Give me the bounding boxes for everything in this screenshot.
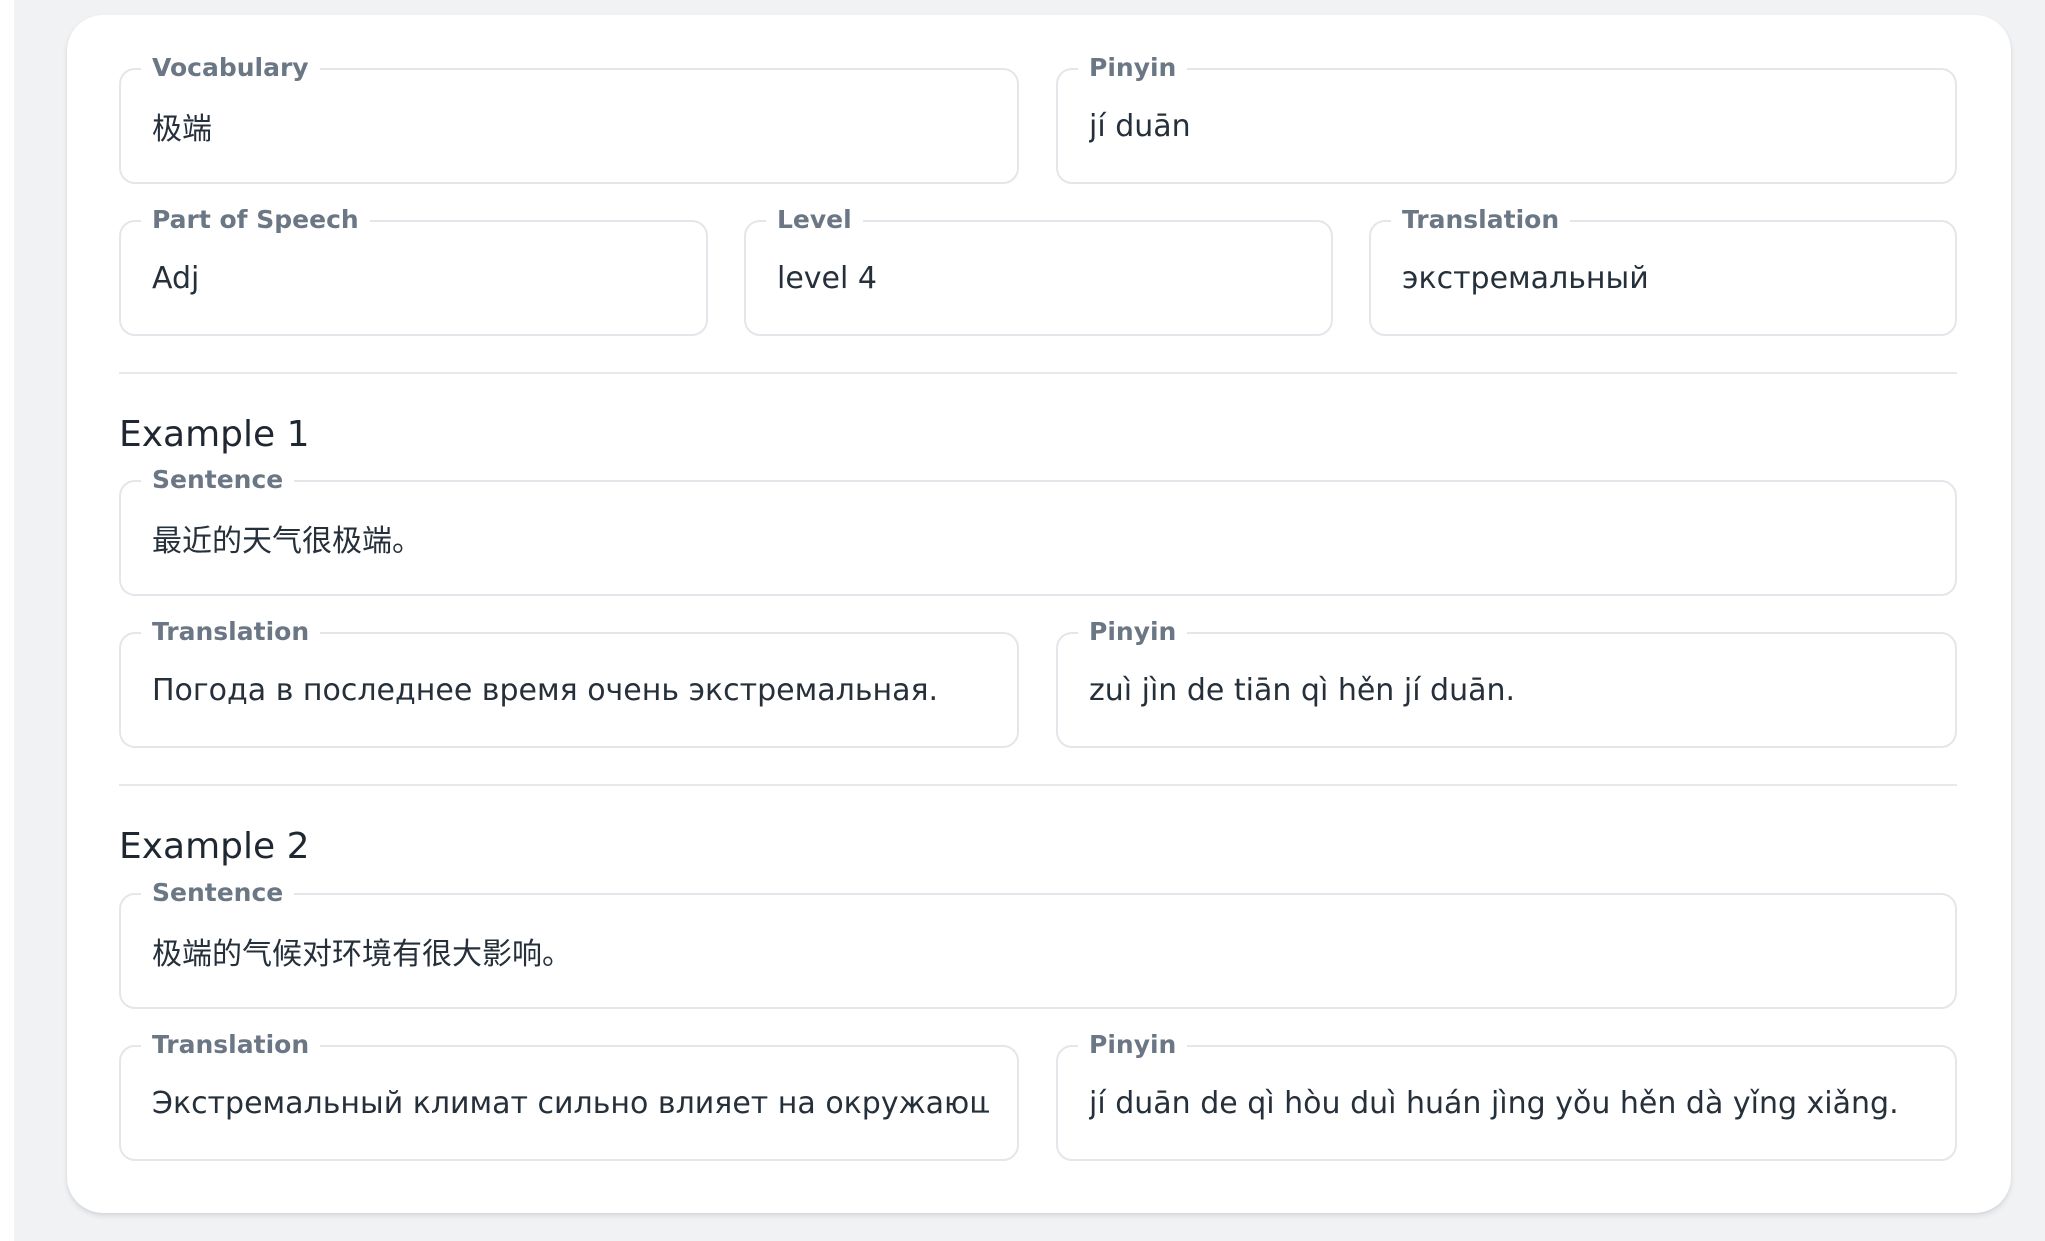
example-1-title: Example 1 — [119, 414, 310, 455]
section-divider — [119, 372, 1957, 374]
pinyin-field-value: jí duān — [1089, 108, 1191, 144]
example-2-sentence-field[interactable]: Sentence 极端的气候对环境有很大影响。 — [119, 877, 1957, 1009]
example-1-pinyin-field[interactable]: Pinyin zuì jìn de tiān qì hěn jí duān. — [1056, 616, 1957, 748]
level-field-value: level 4 — [777, 260, 877, 296]
example-1-sentence-field[interactable]: Sentence 最近的天气很极端。 — [119, 464, 1957, 596]
section-divider — [119, 784, 1957, 786]
example-2-translation-field[interactable]: Translation Экстремальный климат сильно … — [119, 1029, 1019, 1161]
left-edge-strip — [0, 0, 14, 1241]
vocabulary-field[interactable]: Vocabulary 极端 — [119, 52, 1019, 184]
example-1-sentence-value: 最近的天气很极端。 — [152, 524, 422, 559]
example-2-pinyin-field[interactable]: Pinyin jí duān de qì hòu duì huán jìng y… — [1056, 1029, 1957, 1161]
vocabulary-field-value: 极端 — [152, 112, 212, 147]
level-field[interactable]: Level level 4 — [744, 204, 1333, 336]
example-1-pinyin-value: zuì jìn de tiān qì hěn jí duān. — [1089, 672, 1516, 708]
part-of-speech-field[interactable]: Part of Speech Adj — [119, 204, 708, 336]
translation-field[interactable]: Translation экстремальный — [1369, 204, 1957, 336]
example-2-translation-value: Экстремальный климат сильно влияет на ок… — [152, 1085, 989, 1121]
part-of-speech-field-value: Adj — [152, 260, 200, 296]
pinyin-field[interactable]: Pinyin jí duān — [1056, 52, 1957, 184]
vocabulary-card: Vocabulary 极端 Pinyin jí duān Part of Spe… — [67, 15, 2011, 1213]
example-1-translation-value: Погода в последнее время очень экстремал… — [152, 672, 939, 708]
example-1-translation-field[interactable]: Translation Погода в последнее время оче… — [119, 616, 1019, 748]
example-2-pinyin-value: jí duān de qì hòu duì huán jìng yǒu hěn … — [1089, 1085, 1899, 1121]
translation-field-value: экстремальный — [1402, 260, 1649, 296]
example-2-title: Example 2 — [119, 826, 310, 867]
example-2-sentence-value: 极端的气候对环境有很大影响。 — [152, 937, 572, 972]
